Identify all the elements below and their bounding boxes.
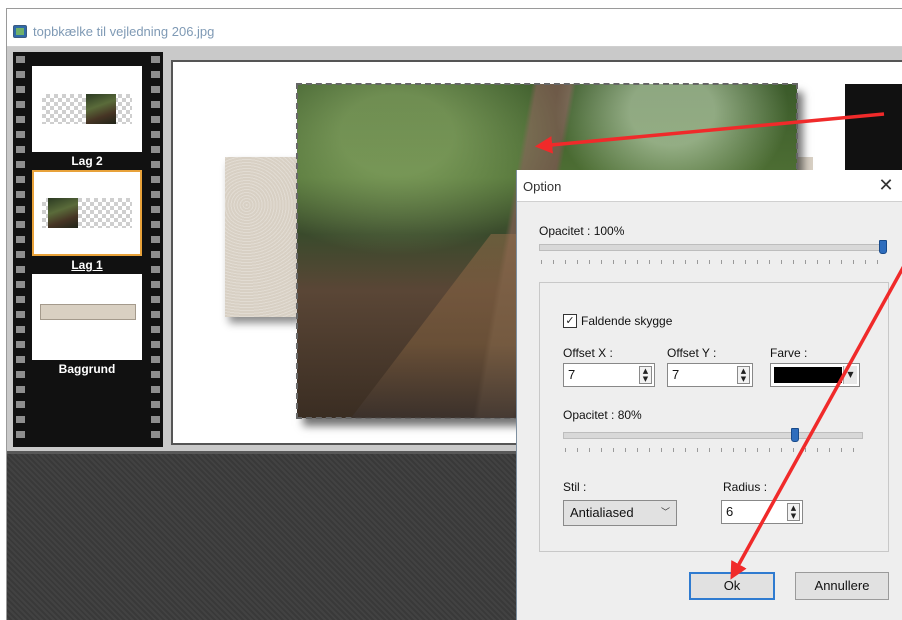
layer-item-baggrund[interactable]: Baggrund (32, 274, 142, 376)
filmstrip-perforation-right (151, 56, 160, 444)
layer-item-lag1[interactable]: Lag 1 (32, 170, 142, 272)
opacity-slider[interactable] (539, 244, 885, 251)
dialog-title: Option (523, 179, 562, 194)
image-file-icon (13, 25, 27, 38)
offset-y-value[interactable]: 7 (672, 367, 679, 382)
style-label: Stil : (563, 480, 587, 494)
layer-label: Baggrund (58, 362, 116, 376)
transparency-checker (42, 198, 132, 228)
shadow-opacity-slider[interactable] (563, 432, 863, 439)
ok-button[interactable]: Ok (689, 572, 775, 600)
thumb-photo (48, 198, 78, 228)
radius-spinner[interactable]: 6 ▲ ▼ (721, 500, 803, 524)
offset-x-label: Offset X : (563, 346, 613, 360)
offset-x-value[interactable]: 7 (568, 367, 575, 382)
offset-y-label: Offset Y : (667, 346, 717, 360)
shadow-opacity-slider-thumb[interactable] (791, 428, 799, 442)
color-label: Farve : (770, 346, 808, 360)
dialog-titlebar[interactable]: Option ✕ (517, 170, 902, 202)
filmstrip-perforation-left (16, 56, 25, 444)
spinner-arrows-icon[interactable]: ▲ ▼ (639, 366, 652, 384)
offset-x-spinner[interactable]: 7 ▲ ▼ (563, 363, 655, 387)
background-paper (225, 157, 297, 317)
opacity-label: Opacitet : 100% (539, 224, 625, 238)
layer-thumbnail (32, 170, 142, 256)
opacity-slider-thumb[interactable] (879, 240, 887, 254)
radius-value[interactable]: 6 (726, 504, 733, 519)
drop-shadow-label: Faldende skygge (581, 314, 673, 328)
chevron-down-icon[interactable]: ▼ (843, 366, 857, 384)
layer-label: Lag 2 (71, 154, 103, 168)
spinner-arrows-icon[interactable]: ▲ ▼ (737, 366, 750, 384)
layers-filmstrip: Lag 2 Lag 1 Baggrund (13, 52, 163, 447)
layer-item-lag2[interactable]: Lag 2 (32, 66, 142, 168)
radius-label: Radius : (723, 480, 768, 494)
style-dropdown[interactable]: Antialiased ﹀ (563, 500, 677, 526)
shadow-color-picker[interactable]: ▼ (770, 363, 860, 387)
opacity-slider-ticks (541, 260, 885, 264)
layer-thumbnail (32, 274, 142, 360)
offset-y-spinner[interactable]: 7 ▲ ▼ (667, 363, 753, 387)
window-title: topbkælke til vejledning 206.jpg (33, 24, 215, 39)
window-titlebar[interactable]: topbkælke til vejledning 206.jpg (7, 9, 902, 47)
style-value: Antialiased (570, 505, 634, 520)
shadow-opacity-slider-ticks (565, 448, 863, 452)
close-icon[interactable]: ✕ (874, 174, 898, 198)
layer-thumbnail (32, 66, 142, 152)
color-swatch (774, 367, 842, 383)
option-dialog: Option ✕ Opacitet : 100% ✓ Faldende skyg… (516, 170, 902, 620)
spinner-arrows-icon[interactable]: ▲ ▼ (787, 503, 800, 521)
thumb-paper (40, 304, 136, 320)
chevron-down-icon: ﹀ (660, 508, 670, 518)
drop-shadow-checkbox[interactable]: ✓ (563, 314, 577, 328)
cancel-button[interactable]: Annullere (795, 572, 889, 600)
layer-label: Lag 1 (71, 258, 103, 272)
transparency-checker (42, 94, 132, 124)
shadow-opacity-label: Opacitet : 80% (563, 408, 642, 422)
thumb-photo (86, 94, 116, 124)
